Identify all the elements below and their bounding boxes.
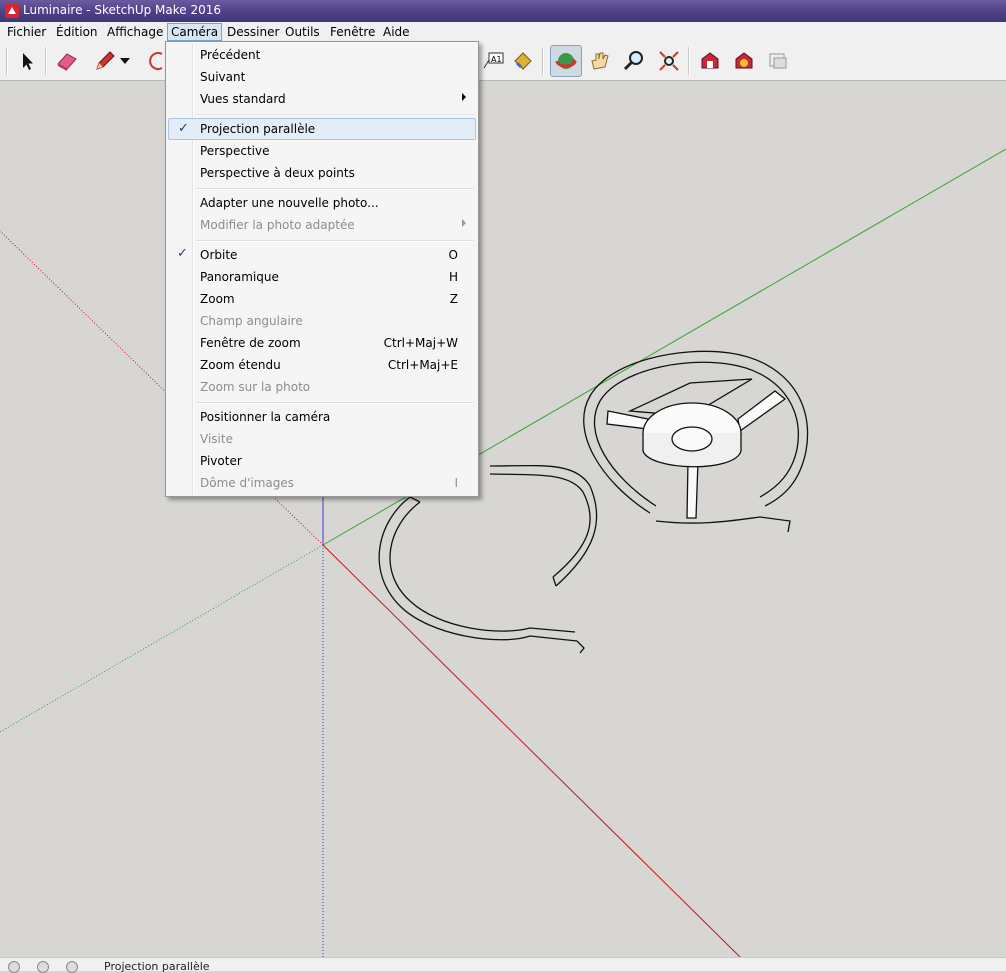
sketchup-logo-icon xyxy=(5,4,19,18)
camera-menu-dropdown: Précédent Suivant Vues standard ✓ Projec… xyxy=(165,41,479,497)
menu-item-shortcut: I xyxy=(454,476,458,490)
menu-affichage[interactable]: Affichage xyxy=(104,24,166,40)
menu-bar: Fichier Édition Affichage Caméra Dessine… xyxy=(0,22,1006,43)
menu-item-champ-angulaire[interactable]: Champ angulaire xyxy=(168,310,476,332)
user-account-icon[interactable] xyxy=(66,961,78,973)
menu-item-label: Champ angulaire xyxy=(200,314,303,328)
title-bar: Luminaire - SketchUp Make 2016 xyxy=(0,0,1006,22)
checkmark-icon: ✓ xyxy=(177,246,188,261)
svg-text:A1: A1 xyxy=(491,55,502,64)
menu-item-panoramique[interactable]: Panoramique H xyxy=(168,266,476,288)
pan-hand-icon[interactable] xyxy=(587,48,613,74)
toolbar-separator xyxy=(688,47,690,75)
menu-camera[interactable]: Caméra xyxy=(167,23,223,41)
menu-item-modifier-photo[interactable]: Modifier la photo adaptée xyxy=(168,214,476,236)
toolbar: A1 xyxy=(0,42,1006,81)
menu-item-visite[interactable]: Visite xyxy=(168,428,476,450)
menu-item-pivoter[interactable]: Pivoter xyxy=(168,450,476,472)
checkmark-icon: ✓ xyxy=(178,121,189,136)
menu-item-perspective[interactable]: Perspective xyxy=(168,140,476,162)
zoom-extents-icon[interactable] xyxy=(656,48,682,74)
menu-separator xyxy=(196,240,474,242)
menu-item-fenetre-zoom[interactable]: Fenêtre de zoom Ctrl+Maj+W xyxy=(168,332,476,354)
menu-item-shortcut: O xyxy=(448,248,458,262)
menu-item-zoom[interactable]: Zoom Z xyxy=(168,288,476,310)
menu-item-orbite[interactable]: ✓ Orbite O xyxy=(168,244,476,266)
menu-item-label: Perspective à deux points xyxy=(200,166,355,180)
red-axis xyxy=(322,544,741,957)
menu-item-label: Projection parallèle xyxy=(200,122,316,136)
menu-item-suivant[interactable]: Suivant xyxy=(168,66,476,88)
menu-item-label: Orbite xyxy=(200,248,238,262)
menu-item-label: Zoom étendu xyxy=(200,358,281,372)
extension-warehouse-icon[interactable] xyxy=(731,48,757,74)
drawing-viewport[interactable] xyxy=(0,81,1006,957)
menu-outils[interactable]: Outils xyxy=(282,24,323,40)
menu-item-label: Suivant xyxy=(200,70,246,84)
toolbar-separator xyxy=(45,47,47,75)
menu-item-perspective-deux-points[interactable]: Perspective à deux points xyxy=(168,162,476,184)
menu-item-label: Modifier la photo adaptée xyxy=(200,218,355,232)
dropdown-arrow-icon[interactable] xyxy=(118,48,132,74)
menu-item-shortcut: Z xyxy=(449,292,458,306)
menu-item-shortcut: Ctrl+Maj+W xyxy=(383,336,458,350)
toolbar-separator xyxy=(542,47,544,75)
menu-separator xyxy=(196,402,474,404)
text-label-icon[interactable]: A1 xyxy=(480,48,506,74)
submenu-arrow-icon xyxy=(462,219,466,227)
green-axis-negative xyxy=(0,544,324,733)
menu-item-zoom-photo[interactable]: Zoom sur la photo xyxy=(168,376,476,398)
orbit-icon[interactable] xyxy=(550,45,582,77)
pencil-line-icon[interactable] xyxy=(92,48,118,74)
menu-item-label: Visite xyxy=(200,432,233,446)
window-title: Luminaire - SketchUp Make 2016 xyxy=(23,3,222,17)
menu-item-label: Perspective xyxy=(200,144,270,158)
menu-edition[interactable]: Édition xyxy=(53,24,101,40)
menu-item-dome-images[interactable]: Dôme d'images I xyxy=(168,472,476,494)
send-to-layout-icon[interactable] xyxy=(765,48,791,74)
menu-fenetre[interactable]: Fenêtre xyxy=(327,24,378,40)
geo-location-icon[interactable] xyxy=(8,961,20,973)
menu-item-label: Adapter une nouvelle photo... xyxy=(200,196,379,210)
menu-item-positionner-camera[interactable]: Positionner la caméra xyxy=(168,406,476,428)
menu-item-label: Panoramique xyxy=(200,270,279,284)
menu-item-projection-parallele[interactable]: ✓ Projection parallèle xyxy=(168,118,476,140)
menu-separator xyxy=(196,188,474,190)
menu-item-zoom-etendu[interactable]: Zoom étendu Ctrl+Maj+E xyxy=(168,354,476,376)
menu-item-label: Dôme d'images xyxy=(200,476,295,490)
menu-fichier[interactable]: Fichier xyxy=(4,24,49,40)
zoom-magnifier-icon[interactable] xyxy=(621,48,647,74)
menu-item-shortcut: Ctrl+Maj+E xyxy=(387,358,458,372)
menu-dessiner[interactable]: Dessiner xyxy=(224,24,282,40)
submenu-arrow-icon xyxy=(462,93,466,101)
warehouse-icon[interactable] xyxy=(697,48,723,74)
select-arrow-icon[interactable] xyxy=(14,48,40,74)
menu-item-label: Vues standard xyxy=(200,92,286,106)
menu-aide[interactable]: Aide xyxy=(380,24,413,40)
menu-item-label: Zoom sur la photo xyxy=(200,380,311,394)
menu-item-label: Fenêtre de zoom xyxy=(200,336,301,350)
menu-item-label: Positionner la caméra xyxy=(200,410,331,424)
status-bar: Projection parallèle xyxy=(0,957,1006,973)
status-message: Projection parallèle xyxy=(104,960,210,973)
menu-item-precedent[interactable]: Précédent xyxy=(168,44,476,66)
menu-item-shortcut: H xyxy=(448,270,458,284)
menu-item-vues-standard[interactable]: Vues standard xyxy=(168,88,476,110)
credits-icon[interactable] xyxy=(37,961,49,973)
menu-item-label: Précédent xyxy=(200,48,261,62)
menu-item-label: Pivoter xyxy=(200,454,242,468)
menu-separator xyxy=(196,114,474,116)
paint-bucket-icon[interactable] xyxy=(510,48,536,74)
arc-icon[interactable] xyxy=(146,48,164,74)
menu-item-label: Zoom xyxy=(200,292,235,306)
scene-canvas[interactable] xyxy=(0,81,1006,957)
toolbar-grip xyxy=(6,47,8,75)
wheel-model xyxy=(583,350,809,533)
menu-item-adapter-photo[interactable]: Adapter une nouvelle photo... xyxy=(168,192,476,214)
eraser-icon[interactable] xyxy=(54,48,80,74)
